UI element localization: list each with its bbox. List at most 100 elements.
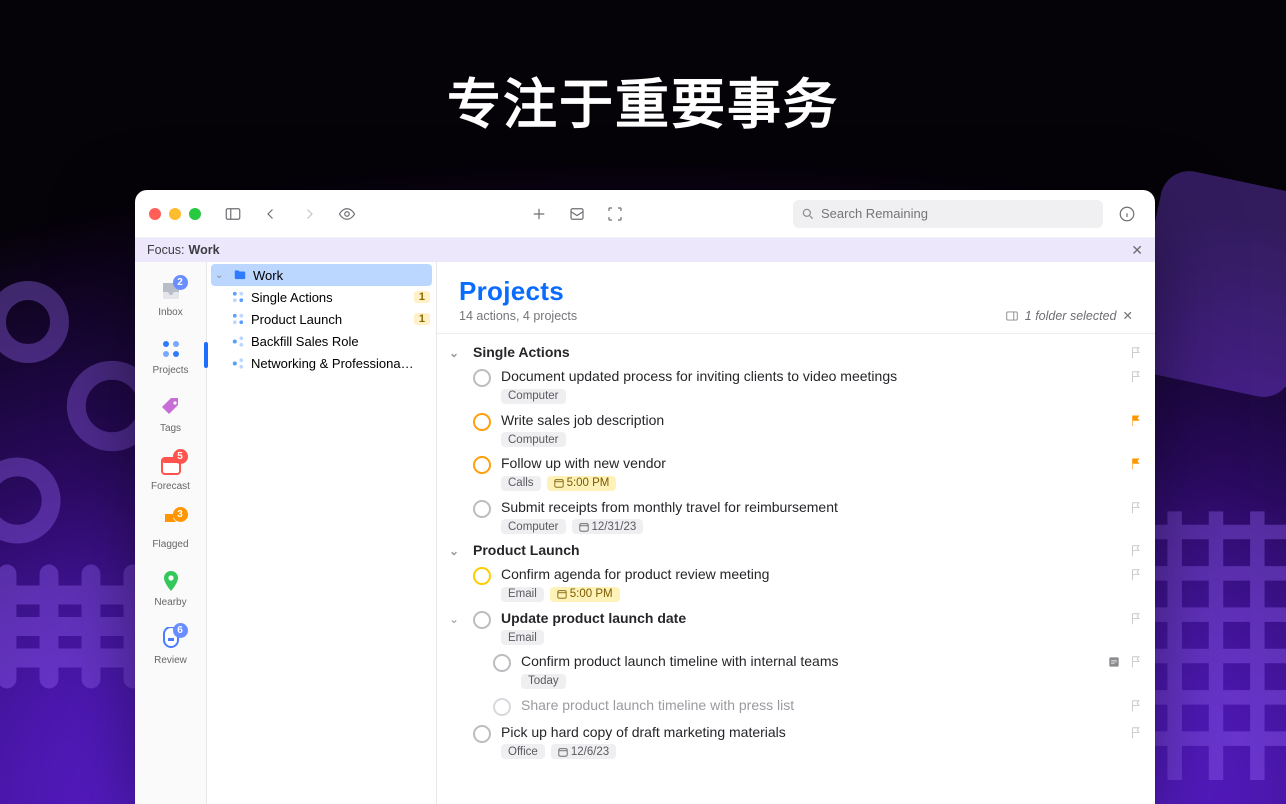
main-header: Projects 14 actions, 4 projects 1 folder… bbox=[437, 262, 1155, 334]
project-icon bbox=[231, 290, 245, 304]
tag-chip[interactable]: Office bbox=[501, 744, 545, 759]
search-field[interactable] bbox=[793, 200, 1103, 228]
task-row[interactable]: Write sales job description Computer bbox=[437, 406, 1155, 450]
flag-icon[interactable] bbox=[1129, 457, 1143, 471]
projects-icon bbox=[156, 335, 186, 363]
tag-chip[interactable]: 5:00 PM bbox=[550, 587, 620, 602]
zoom-window-button[interactable] bbox=[189, 208, 201, 220]
task-title: Pick up hard copy of draft marketing mat… bbox=[501, 724, 1119, 742]
outline-project[interactable]: Single Actions 1 bbox=[207, 286, 436, 308]
outline-project[interactable]: Backfill Sales Role bbox=[207, 330, 436, 352]
task-checkbox[interactable] bbox=[473, 611, 491, 629]
inspector-button[interactable] bbox=[1113, 200, 1141, 228]
perspective-nearby[interactable]: Nearby bbox=[141, 560, 201, 614]
project-icon bbox=[231, 312, 245, 326]
tag-chip[interactable]: Computer bbox=[501, 519, 566, 534]
flag-icon[interactable] bbox=[1129, 726, 1143, 740]
perspective-tags[interactable]: Tags bbox=[141, 386, 201, 440]
outline-project[interactable]: Product Launch 1 bbox=[207, 308, 436, 330]
task-checkbox[interactable] bbox=[473, 413, 491, 431]
project-icon bbox=[231, 334, 245, 348]
chevron-down-icon[interactable]: ⌄ bbox=[449, 610, 463, 626]
badge: 5 bbox=[173, 449, 188, 464]
tag-chip[interactable]: 12/31/23 bbox=[572, 519, 644, 534]
flag-icon[interactable] bbox=[1129, 655, 1143, 669]
tag-chip[interactable]: Calls bbox=[501, 476, 541, 491]
flag-icon[interactable] bbox=[1129, 414, 1143, 428]
folder-icon bbox=[233, 268, 247, 282]
flag-icon[interactable] bbox=[1129, 346, 1143, 360]
focus-close-button[interactable]: ✕ bbox=[1131, 242, 1143, 259]
task-checkbox[interactable] bbox=[473, 725, 491, 743]
task-checkbox[interactable] bbox=[473, 567, 491, 585]
toggle-sidebar-button[interactable] bbox=[219, 200, 247, 228]
perspective-label: Nearby bbox=[154, 597, 186, 608]
search-input[interactable] bbox=[821, 206, 1095, 221]
tag-chip[interactable]: Computer bbox=[501, 389, 566, 404]
task-checkbox[interactable] bbox=[473, 500, 491, 518]
view-options-button[interactable] bbox=[333, 200, 361, 228]
task-row[interactable]: Confirm product launch timeline with int… bbox=[437, 647, 1155, 691]
minimize-window-button[interactable] bbox=[169, 208, 181, 220]
task-row[interactable]: Document updated process for inviting cl… bbox=[437, 362, 1155, 406]
outline-project[interactable]: Networking & Professiona… bbox=[207, 352, 436, 374]
task-title: Update product launch date bbox=[501, 610, 1119, 628]
selection-info-text: 1 folder selected bbox=[1025, 309, 1117, 323]
focus-button[interactable] bbox=[601, 200, 629, 228]
task-row[interactable]: Submit receipts from monthly travel for … bbox=[437, 493, 1155, 537]
chevron-down-icon: ⌄ bbox=[215, 270, 227, 281]
chevron-down-icon[interactable]: ⌄ bbox=[449, 344, 463, 360]
chevron-down-icon[interactable]: ⌄ bbox=[449, 542, 463, 558]
flag-icon[interactable] bbox=[1129, 501, 1143, 515]
perspective-label: Forecast bbox=[151, 481, 190, 492]
selection-info: 1 folder selected ✕ bbox=[1005, 308, 1133, 323]
task-row[interactable]: Confirm agenda for product review meetin… bbox=[437, 560, 1155, 604]
outline-folder[interactable]: ⌄ Work bbox=[211, 264, 432, 286]
flag-icon[interactable] bbox=[1129, 699, 1143, 713]
flag-icon[interactable] bbox=[1129, 612, 1143, 626]
task-row[interactable]: Pick up hard copy of draft marketing mat… bbox=[437, 718, 1155, 762]
perspective-inbox[interactable]: 2 Inbox bbox=[141, 270, 201, 324]
section-header[interactable]: ⌄ Product Launch bbox=[437, 536, 1155, 560]
outline-project-name: Single Actions bbox=[251, 290, 333, 305]
page-subtitle: 14 actions, 4 projects bbox=[459, 309, 577, 323]
section-title: Product Launch bbox=[473, 542, 580, 558]
perspective-projects[interactable]: Projects bbox=[141, 328, 201, 382]
flag-icon[interactable] bbox=[1129, 370, 1143, 384]
close-window-button[interactable] bbox=[149, 208, 161, 220]
badge: 6 bbox=[173, 623, 188, 638]
nav-forward-button[interactable] bbox=[295, 200, 323, 228]
tag-chip[interactable]: Today bbox=[521, 674, 566, 689]
task-checkbox[interactable] bbox=[473, 369, 491, 387]
perspective-review[interactable]: 6 Review bbox=[141, 618, 201, 672]
review-icon: 6 bbox=[156, 625, 186, 653]
note-icon[interactable] bbox=[1107, 655, 1121, 669]
tag-chip[interactable]: Email bbox=[501, 587, 544, 602]
selection-close-button[interactable]: ✕ bbox=[1123, 308, 1133, 323]
perspective-label: Projects bbox=[152, 365, 188, 376]
tag-chip[interactable]: 12/6/23 bbox=[551, 744, 616, 759]
task-row[interactable]: Share product launch timeline with press… bbox=[437, 691, 1155, 718]
quick-entry-button[interactable] bbox=[563, 200, 591, 228]
new-item-button[interactable] bbox=[525, 200, 553, 228]
project-count-badge: 1 bbox=[414, 291, 430, 303]
flag-icon[interactable] bbox=[1129, 544, 1143, 558]
task-row[interactable]: Follow up with new vendor Calls5:00 PM bbox=[437, 449, 1155, 493]
task-checkbox[interactable] bbox=[473, 456, 491, 474]
section-title: Single Actions bbox=[473, 344, 570, 360]
perspective-forecast[interactable]: 5 Forecast bbox=[141, 444, 201, 498]
perspective-flagged[interactable]: 3 Flagged bbox=[141, 502, 201, 556]
forecast-icon: 5 bbox=[156, 451, 186, 479]
tag-chip[interactable]: Computer bbox=[501, 432, 566, 447]
section-header[interactable]: ⌄ Single Actions bbox=[437, 338, 1155, 362]
flag-icon[interactable] bbox=[1129, 568, 1143, 582]
task-row[interactable]: ⌄ Update product launch date Email bbox=[437, 604, 1155, 648]
task-checkbox[interactable] bbox=[493, 698, 511, 716]
task-checkbox[interactable] bbox=[493, 654, 511, 672]
outline-folder-name: Work bbox=[253, 268, 283, 283]
tag-chip[interactable]: Email bbox=[501, 630, 544, 645]
nav-back-button[interactable] bbox=[257, 200, 285, 228]
perspective-bar: 2 Inbox Projects Tags 5 Forecast 3 Flagg… bbox=[135, 262, 207, 804]
project-icon bbox=[231, 356, 245, 370]
tag-chip[interactable]: 5:00 PM bbox=[547, 476, 617, 491]
